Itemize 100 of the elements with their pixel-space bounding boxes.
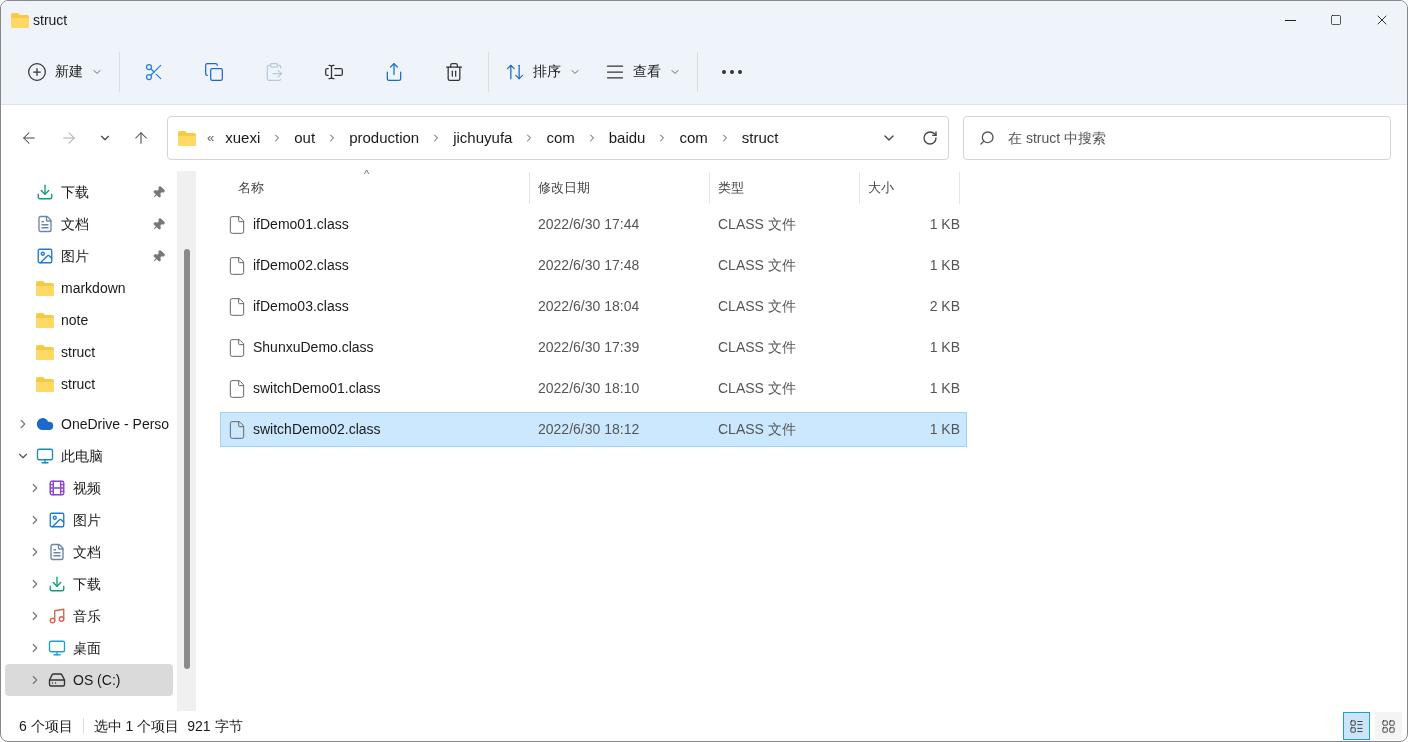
music-note-icon [48,607,66,625]
document-icon [48,543,66,561]
maximize-icon [1330,14,1342,26]
sidebar-item[interactable]: 图片 [5,240,173,272]
modified-date: 2022/6/30 18:04 [537,297,641,316]
sidebar-label: 此电脑 [61,446,104,466]
file-icon [227,296,247,317]
file-size: 1 KB [928,420,961,439]
cloud-icon [36,415,54,433]
trash-icon [444,61,464,82]
sidebar-item[interactable]: OS (C:) [5,664,173,696]
modified-date: 2022/6/30 18:12 [537,420,641,439]
breadcrumb[interactable]: com [546,126,575,150]
sidebar-item[interactable]: note [5,304,173,336]
sidebar-label: 图片 [73,510,102,530]
file-row[interactable]: ifDemo01.class 2022/6/30 17:44 CLASS 文件 1 KB [220,207,967,242]
more-icon [722,69,742,74]
sidebar-item[interactable]: 视频 [5,472,173,504]
file-type: CLASS 文件 [717,338,797,357]
address-bar[interactable]: « xuexi out production jichuyufa com baidu com struct [167,116,949,160]
clipboard-icon [264,61,284,82]
file-row[interactable]: ShunxuDemo.class 2022/6/30 17:39 CLASS 文件 1 KB [220,330,967,365]
video-icon [48,479,66,497]
modified-date: 2022/6/30 17:44 [537,215,641,234]
sidebar-label: note [61,310,90,330]
file-icon [227,214,247,235]
file-row[interactable]: ifDemo03.class 2022/6/30 18:04 CLASS 文件 2 KB [220,289,967,324]
sidebar-item[interactable]: 图片 [5,504,173,536]
breadcrumb[interactable]: com [679,126,708,150]
selection-size: 921 字节 [187,716,243,736]
selection-count: 选中 1 个项目 [93,716,180,736]
list-icon [1349,718,1364,734]
column-header[interactable]: 大小 [860,172,960,204]
breadcrumb[interactable]: xuexi [225,126,261,150]
sidebar-item[interactable]: 下载 [5,176,173,208]
sidebar-label: struct [61,374,97,394]
column-header[interactable]: 类型 [710,172,860,204]
file-icon [227,337,247,358]
file-size: 1 KB [928,215,961,234]
monitor-icon [36,447,54,465]
minimize-icon [1284,19,1296,21]
toolbar-menu-button[interactable]: 排序 [493,51,593,92]
scrollbar-thumb[interactable] [184,249,190,669]
file-size: 2 KB [928,297,961,316]
breadcrumb[interactable]: baidu [608,126,646,150]
modified-date: 2022/6/30 17:48 [537,256,641,275]
sidebar-item[interactable]: 下载 [5,568,173,600]
sidebar-label: OneDrive - Perso [61,414,171,434]
breadcrumb[interactable]: struct [741,126,779,150]
overflow-chevron[interactable]: « [207,128,215,148]
item-count: 6 个项目 [19,716,73,736]
sidebar-label: 视频 [73,478,102,498]
column-header[interactable]: 修改日期 [530,172,710,204]
sidebar-item[interactable]: OneDrive - Perso [5,408,173,440]
refresh-icon[interactable] [922,130,938,146]
sidebar-item[interactable]: 音乐 [5,600,173,632]
file-type: CLASS 文件 [717,256,797,275]
sidebar-item[interactable]: 桌面 [5,632,173,664]
window-title: struct [33,10,68,30]
search-field[interactable]: 在 struct 中搜索 [963,116,1391,160]
sidebar-item[interactable]: 文档 [5,536,173,568]
file-row[interactable]: switchDemo01.class 2022/6/30 18:10 CLASS 文件 1 KB [220,371,967,406]
details-view-button[interactable] [1343,712,1370,740]
download-arrow-icon [36,183,54,201]
file-row[interactable]: switchDemo02.class 2022/6/30 18:12 CLASS 文件 1 KB [220,412,967,447]
sidebar-label: OS (C:) [73,670,122,690]
sidebar-label: 音乐 [73,606,102,626]
folder-icon [36,344,54,360]
folder-icon [36,376,54,392]
file-type: CLASS 文件 [717,420,797,439]
file-name: switchDemo01.class [253,379,381,398]
toolbar-menu-button[interactable]: 新建 [15,51,115,92]
sidebar-label: 文档 [73,542,102,562]
breadcrumb[interactable]: out [294,126,316,150]
scissors-icon [144,61,164,82]
file-icon [227,378,247,399]
file-row[interactable]: ifDemo02.class 2022/6/30 17:48 CLASS 文件 1 KB [220,248,967,283]
document-icon [36,215,54,233]
modified-date: 2022/6/30 18:10 [537,379,641,398]
file-name: ifDemo02.class [253,256,349,275]
sidebar-item[interactable]: 文档 [5,208,173,240]
breadcrumb[interactable]: jichuyufa [453,126,513,150]
sidebar-item[interactable]: 此电脑 [5,440,173,472]
sidebar-item[interactable]: struct [5,336,173,368]
toolbar-menu-button[interactable]: 查看 [593,51,693,92]
address-folder-icon [178,130,196,146]
sidebar-label: 图片 [61,246,90,266]
folder-icon [36,312,54,328]
sidebar-item[interactable]: markdown [5,272,173,304]
sidebar-item[interactable]: struct [5,368,173,400]
share-icon [384,61,404,82]
file-type: CLASS 文件 [717,297,797,316]
tiles-view-button[interactable] [1375,712,1402,740]
sidebar-label: 文档 [61,214,90,234]
forward-arrow-icon [60,129,78,147]
file-size: 1 KB [928,256,961,275]
desktop-icon [48,639,66,657]
column-header[interactable]: 名称 ^ [220,172,530,204]
sidebar-label: 下载 [61,182,90,202]
breadcrumb[interactable]: production [349,126,420,150]
